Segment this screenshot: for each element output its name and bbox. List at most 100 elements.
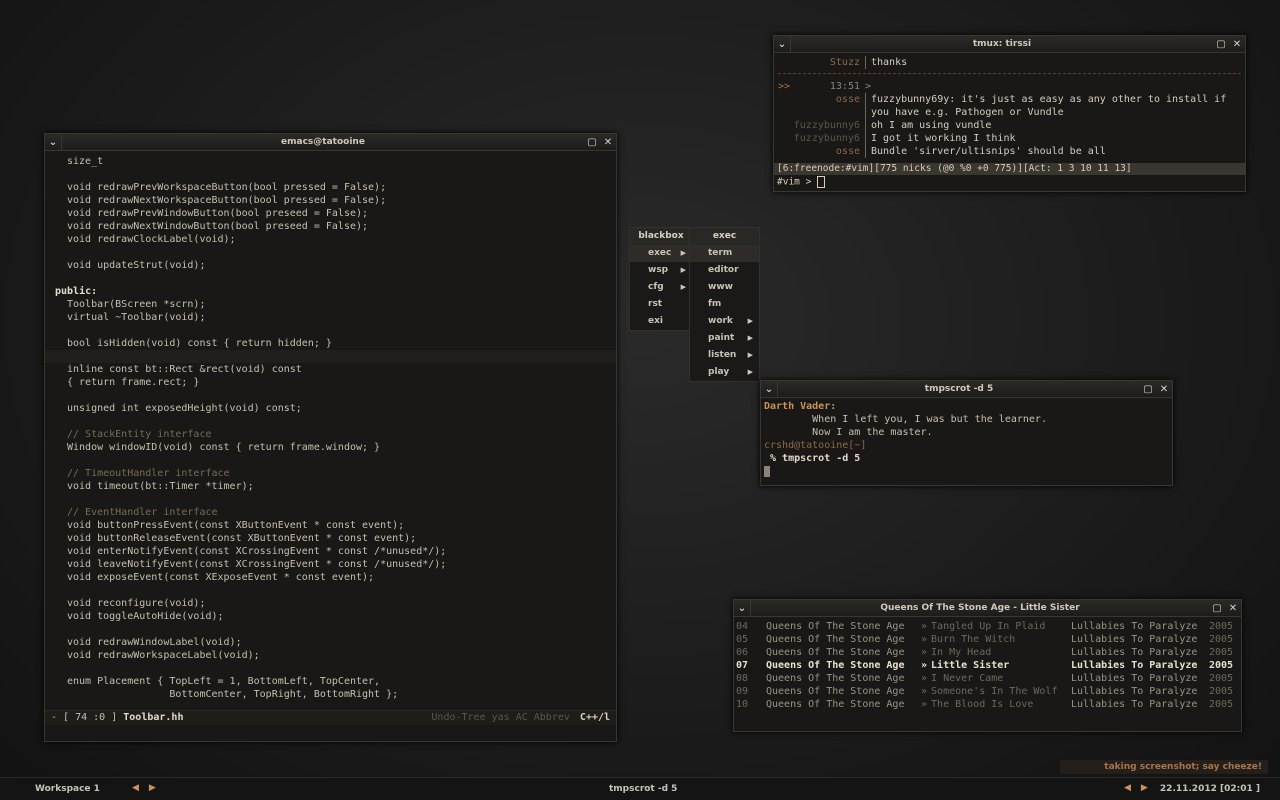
code-line: void redrawNextWorkspaceButton(bool pres… [67,195,387,206]
track-separator: » [921,634,928,645]
emacs-modeline: - [ 74 :0 ] Toolbar.hh Undo-Tree yas AC … [45,710,616,725]
minimize-icon[interactable]: ⌄ [45,134,62,150]
music-titlebar[interactable]: ⌄ Queens Of The Stone Age - Little Siste… [734,600,1241,617]
maximize-icon[interactable]: ▢ [1140,381,1156,397]
code-line: enum Placement { TopLeft = 1, BottomLeft… [67,676,381,687]
emacs-editor[interactable]: size_t void redrawPrevWorkspaceButton(bo… [45,151,616,701]
tmpscrot-terminal[interactable]: ⌄ tmpscrot -d 5 ▢ ✕ Darth Vader: When I … [760,380,1173,486]
playlist-row[interactable]: 07 Queens Of The Stone Age » Little Sister L… [736,659,1239,672]
menu-item-cfg[interactable]: cfg ▶ [630,279,692,296]
track-title: Tangled Up In Plaid [931,621,1046,632]
code-line: // EventHandler interface [67,507,218,518]
irc-text: thanks [871,57,908,68]
irc-divider [778,73,1241,74]
workspace-nav[interactable]: ◀▶ [132,783,166,793]
shell-prompt: crshd@tatooine[~] [764,440,867,451]
workspace-label[interactable]: Workspace 1 [35,784,100,794]
irc-text: you have e.g. Pathogen or Vundle [871,107,1064,118]
track-title: Little Sister [931,660,1010,671]
window-title: tmpscrot -d 5 [609,784,678,794]
irssi-statusbar: [6:freenode:#vim][775 nicks (@0 %0 +0 77… [774,163,1245,175]
track-album: Lullabies To Paralyze [1071,647,1198,658]
irc-nick: fuzzybunny6 [778,132,866,145]
irssi-buffer: Stuzz thanks >> 13:51 > osse fuzzybunny69… [774,53,1245,161]
maximize-icon[interactable]: ▢ [584,134,600,150]
maximize-icon[interactable]: ▢ [1209,600,1225,616]
menu-item-editor[interactable]: editor [690,262,759,279]
playlist-row[interactable]: 05 Queens Of The Stone Age » Burn The Witch… [736,633,1239,646]
notification: taking screenshot; say cheeze! [1060,760,1268,774]
close-icon[interactable]: ✕ [1156,381,1172,397]
close-icon[interactable]: ✕ [1229,36,1245,52]
menu-item-paint[interactable]: paint ▶ [690,330,759,347]
submenu-arrow-icon: ▶ [680,249,686,257]
quote-line: When I left you, I was but the learner. [764,414,1047,425]
irssi-titlebar[interactable]: ⌄ tmux: tirssi ▢ ✕ [774,36,1245,53]
quote-line: Now I am the master. [764,427,933,438]
exec-submenu[interactable]: exec term editor www fm work ▶ paint ▶ listen ▶ pl… [689,227,760,382]
track-year: 2005 [1209,673,1234,684]
menu-item-listen[interactable]: listen ▶ [690,347,759,364]
irssi-window[interactable]: ⌄ tmux: tirssi ▢ ✕ Stuzz thanks >> 13:51… [773,35,1246,192]
track-artist: Queens Of The Stone Age [766,647,905,658]
minimize-icon[interactable]: ⌄ [761,381,778,397]
code-line: void redrawPrevWorkspaceButton(bool pres… [67,182,387,193]
emacs-titlebar[interactable]: ⌄ emacs@tatooine ▢ ✕ [45,134,616,151]
clock: 22.11.2012 [02:01 ] [1159,784,1260,794]
playlist[interactable]: 04 Queens Of The Stone Age» Tangled Up In … [734,617,1241,714]
menu-item-fm[interactable]: fm [690,296,759,313]
arrow-right-icon[interactable]: ▶ [149,783,166,793]
tmpscrot-titlebar[interactable]: ⌄ tmpscrot -d 5 ▢ ✕ [761,381,1172,398]
code-line: Toolbar(BScreen *scrn); [67,299,206,310]
menu-item-label: listen [708,350,737,360]
arrow-right-icon[interactable]: ▶ [1141,783,1158,793]
close-icon[interactable]: ✕ [1225,600,1241,616]
menu-item-exi[interactable]: exi [630,313,692,330]
playlist-row[interactable]: 04 Queens Of The Stone Age » Tangled Up In … [736,620,1239,633]
menu-item-exec[interactable]: exec ▶ [630,245,692,262]
track-year: 2005 [1209,621,1234,632]
playlist-row[interactable]: 10 Queens Of The Stone Age » The Blood Is L… [736,698,1239,711]
blackbox-root-menu[interactable]: blackbox exec ▶ wsp ▶ cfg ▶ rst exi [629,227,693,331]
code-line: void redrawClockLabel(void); [67,234,236,245]
maximize-icon[interactable]: ▢ [1213,36,1229,52]
code-line [45,350,616,363]
menu-item-play[interactable]: play ▶ [690,364,759,381]
code-line: void enterNotifyEvent(const XCrossingEve… [67,546,447,557]
code-line: { return frame.rect; } [67,377,200,388]
window-nav[interactable]: ◀▶ [1124,783,1158,793]
arrow-left-icon[interactable]: ◀ [1124,783,1141,793]
terminal-cursor[interactable] [764,465,1169,478]
playlist-row[interactable]: 06 Queens Of The Stone Age » In My Head Lull… [736,646,1239,659]
minimize-icon[interactable]: ⌄ [734,600,751,616]
menu-item-label: play [708,367,730,377]
arrow-left-icon[interactable]: ◀ [132,783,149,793]
irssi-input[interactable]: #vim > [777,176,826,188]
track-separator: » [921,686,928,697]
menu-item-wsp[interactable]: wsp ▶ [630,262,692,279]
code-line: void redrawPrevWindowButton(bool preseed… [67,208,369,219]
menu-title: blackbox [630,228,692,245]
playlist-row[interactable]: 08 Queens Of The Stone Age » I Never Came Lu… [736,672,1239,685]
track-album: Lullabies To Paralyze [1071,673,1198,684]
menu-item-www[interactable]: www [690,279,759,296]
code-line: unsigned int exposedHeight(void) const; [67,403,302,414]
menu-item-label: paint [708,333,735,343]
menu-item-rst[interactable]: rst [630,296,692,313]
menu-item-term[interactable]: term [690,245,759,262]
menu-item-work[interactable]: work ▶ [690,313,759,330]
track-album: Lullabies To Paralyze [1071,660,1198,671]
minimize-icon[interactable]: ⌄ [774,36,791,52]
emacs-window[interactable]: ⌄ emacs@tatooine ▢ ✕ size_t void redrawP… [44,133,617,742]
music-player-window[interactable]: ⌄ Queens Of The Stone Age - Little Siste… [733,599,1242,732]
code-line: size_t [67,156,110,167]
submenu-arrow-icon: ▶ [747,351,753,359]
playlist-row[interactable]: 09 Queens Of The Stone Age » Someone's In T… [736,685,1239,698]
irc-time: 13:51 [829,81,860,92]
close-icon[interactable]: ✕ [600,134,616,150]
